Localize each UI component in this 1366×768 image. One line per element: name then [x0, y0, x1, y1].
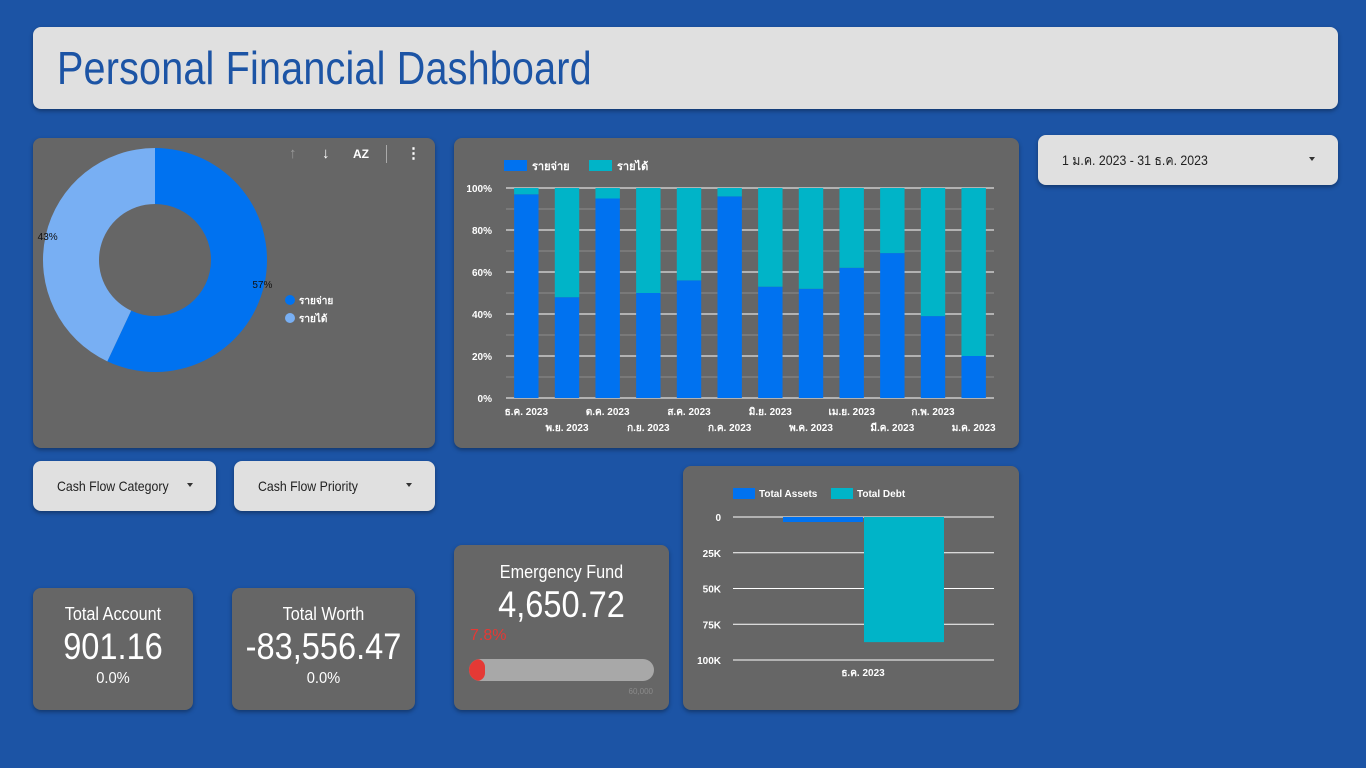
- legend-label: รายจ่าย: [299, 295, 333, 307]
- y-tick-label: 0%: [478, 394, 493, 405]
- x-tick-label: พ.ย. 2023: [545, 423, 588, 434]
- y-tick-label: 60%: [472, 268, 492, 279]
- y-tick-label: 75K: [703, 620, 722, 631]
- bar-segment: [595, 188, 620, 199]
- page-title: Personal Financial Dashboard: [57, 42, 592, 94]
- date-range-picker[interactable]: 1 ม.ค. 2023 - 31 ธ.ค. 2023: [1038, 135, 1338, 185]
- bar-total-debt: [864, 517, 944, 643]
- bar-total-assets: [783, 517, 863, 523]
- income-expense-donut-card: ↑ ↓ AZ ⋮ 57% 43% รายจ่าย รายได้: [33, 138, 435, 448]
- legend-swatch: [285, 295, 295, 305]
- bar-segment: [961, 188, 986, 356]
- x-tick-label: เม.ย. 2023: [828, 407, 875, 418]
- y-tick-label: 100K: [697, 656, 722, 667]
- bar-segment: [798, 288, 824, 398]
- gauge-percent: 7.8%: [470, 627, 507, 644]
- bar-segment: [839, 267, 864, 398]
- legend-label: Total Debt: [857, 489, 906, 500]
- scorecard-delta: 0.0%: [96, 670, 130, 687]
- filter-label: Cash Flow Priority: [258, 478, 358, 494]
- x-tick-label: ก.ย. 2023: [627, 423, 670, 434]
- total-worth-scorecard: Total Worth -83,556.47 0.0%: [232, 588, 415, 710]
- assets-debt-bar-card: Total Assets Total Debt 0 25K 50K 75K 100K ธ.…: [683, 466, 1019, 710]
- bar-segment: [717, 188, 742, 197]
- gauge-title: Emergency Fund: [499, 562, 624, 582]
- y-tick-label: 100%: [466, 184, 492, 195]
- x-tick-label: ต.ค. 2023: [586, 407, 630, 418]
- dashboard-header: Personal Financial Dashboard: [33, 27, 1338, 109]
- legend-swatch: [589, 160, 612, 171]
- bar-segment: [636, 293, 661, 398]
- bar-segment: [514, 194, 539, 398]
- x-tick-label: ธ.ค. 2023: [841, 668, 885, 679]
- filter-label: Cash Flow Category: [57, 478, 169, 494]
- cash-flow-category-filter[interactable]: Cash Flow Category: [33, 461, 216, 511]
- x-tick-label: ม.ค. 2023: [952, 423, 996, 434]
- bar-segment: [514, 188, 539, 195]
- bar-segment: [717, 196, 742, 398]
- scorecard-value: 901.16: [63, 626, 163, 667]
- y-tick-label: 0: [715, 513, 721, 524]
- legend-label: Total Assets: [759, 489, 818, 500]
- assets-debt-chart: Total Assets Total Debt 0 25K 50K 75K 100K ธ.…: [697, 488, 994, 679]
- x-tick-label: ก.พ. 2023: [911, 407, 955, 418]
- bar-segment: [554, 188, 580, 298]
- scorecard-value: -83,556.47: [245, 626, 402, 667]
- gauge-target: 60,000: [628, 687, 653, 696]
- bar-segment: [554, 297, 580, 398]
- x-tick-label: ธ.ค. 2023: [505, 407, 549, 418]
- donut-value-label: 43%: [38, 232, 58, 243]
- legend-label: รายได้: [617, 159, 648, 173]
- cash-flow-priority-filter[interactable]: Cash Flow Priority: [234, 461, 435, 511]
- bar-segment: [595, 198, 620, 398]
- bar-segment: [880, 188, 905, 254]
- y-tick-label: 20%: [472, 352, 492, 363]
- emergency-fund-gauge-card: Emergency Fund 4,650.72 7.8% 60,000: [454, 545, 669, 710]
- date-range-value: 1 ม.ค. 2023 - 31 ธ.ค. 2023: [1062, 152, 1208, 168]
- y-tick-label: 50K: [703, 585, 722, 596]
- total-account-scorecard: Total Account 901.16 0.0%: [33, 588, 193, 710]
- bar-segment: [676, 188, 702, 281]
- bar-segment: [636, 188, 661, 293]
- progress-fill: [469, 659, 485, 681]
- legend-swatch: [831, 488, 853, 499]
- chevron-down-icon: [406, 483, 412, 487]
- x-tick-label: มิ.ย. 2023: [749, 406, 792, 418]
- bar-segment: [758, 286, 783, 398]
- y-tick-label: 80%: [472, 226, 492, 237]
- scorecard-title: Total Worth: [282, 604, 365, 624]
- x-tick-label: มี.ค. 2023: [870, 422, 914, 434]
- bar-segment: [839, 188, 864, 268]
- bar-segment: [758, 188, 783, 287]
- stacked-bar-chart: รายจ่าย รายได้ 100% 80% 60% 40% 20% 0% ธ.ค. 20…: [466, 159, 996, 434]
- bar-segment: [880, 253, 905, 398]
- scorecard-title: Total Account: [64, 604, 162, 624]
- donut-chart: 57% 43% รายจ่ายรายได้: [38, 148, 333, 372]
- x-tick-label: ก.ค. 2023: [708, 423, 752, 434]
- y-tick-label: 40%: [472, 310, 492, 321]
- chevron-down-icon: [1309, 157, 1315, 161]
- bar-segment: [920, 188, 946, 317]
- x-tick-label: ส.ค. 2023: [667, 407, 711, 418]
- bar-segment: [676, 280, 702, 398]
- legend-swatch: [733, 488, 755, 499]
- bar-segment: [920, 316, 946, 398]
- donut-value-label: 57%: [252, 280, 272, 291]
- x-tick-label: พ.ค. 2023: [789, 423, 833, 434]
- progress-track: [469, 659, 654, 681]
- gauge-value: 4,650.72: [498, 584, 625, 625]
- legend-swatch: [285, 313, 295, 323]
- scorecard-delta: 0.0%: [306, 670, 341, 687]
- legend-label: รายได้: [299, 312, 327, 325]
- bar-segment: [961, 356, 986, 398]
- bar-segment: [798, 188, 824, 289]
- monthly-stacked-bar-card: รายจ่าย รายได้ 100% 80% 60% 40% 20% 0% ธ.ค. 20…: [454, 138, 1019, 448]
- legend-swatch: [504, 160, 527, 171]
- chevron-down-icon: [187, 483, 193, 487]
- legend-label: รายจ่าย: [532, 161, 570, 173]
- y-tick-label: 25K: [703, 549, 722, 560]
